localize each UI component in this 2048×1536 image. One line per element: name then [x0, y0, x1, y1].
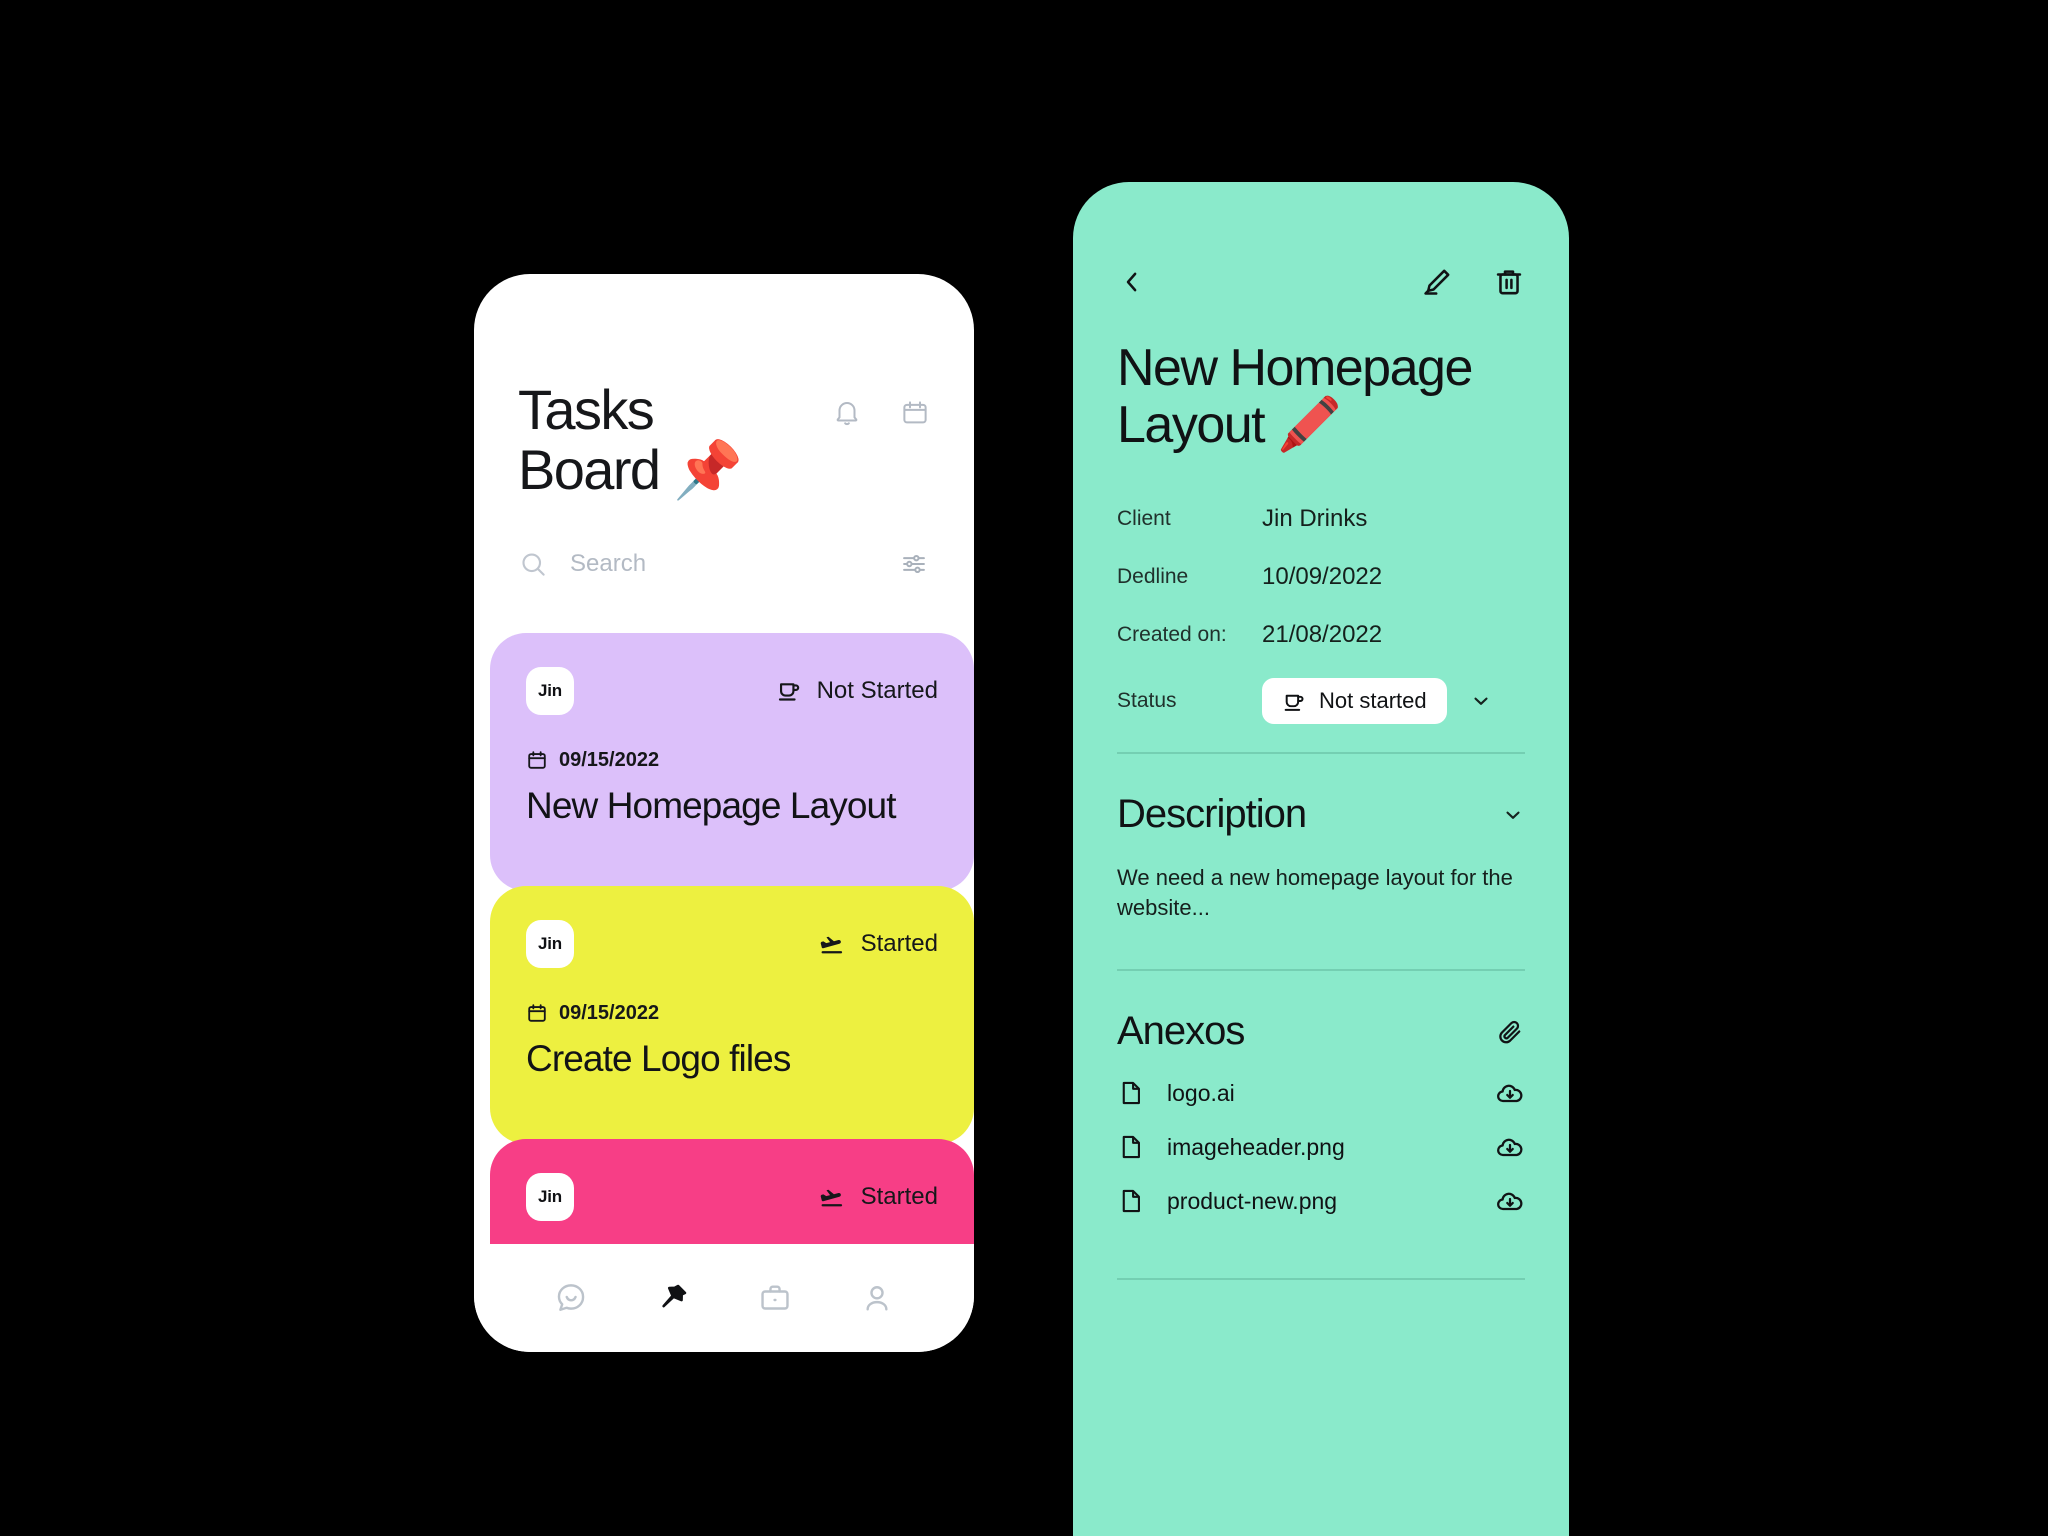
task-card[interactable]: Jin Started 09/15/2022 Create Logo files [490, 885, 974, 1144]
header-actions [832, 398, 930, 428]
task-date-label: 09/15/2022 [559, 1001, 660, 1024]
attachment-row[interactable]: product-new.png [1117, 1186, 1525, 1216]
calendar-icon[interactable] [900, 398, 930, 428]
task-card[interactable]: Jin Started [490, 1138, 974, 1244]
avatar: Jin [526, 1172, 574, 1221]
meta-row-deadline: Dedline 10/09/2022 [1117, 562, 1525, 592]
meta-row-created: Created on: 21/08/2022 [1117, 620, 1525, 650]
detail-title: New Homepage Layout 🖍️ [1117, 339, 1473, 455]
board-header-row: Tasks Board 📌 [518, 378, 930, 502]
meta-key: Status [1117, 689, 1177, 713]
task-title: New Homepage Layout [526, 784, 896, 826]
attachment-name: logo.ai [1167, 1079, 1235, 1106]
meta-value: Jin Drinks [1262, 505, 1368, 533]
task-title: Create Logo files [526, 1037, 791, 1079]
task-card-top: Jin Started [526, 919, 938, 968]
status-badge[interactable]: Started [819, 930, 938, 958]
divider [1117, 969, 1525, 972]
attachments-heading: Anexos [1117, 1009, 1245, 1054]
screenshot-stage: Tasks Board 📌 Search Jin Not Started 09/… [0, 0, 2048, 1536]
chevron-down-icon[interactable] [1501, 803, 1525, 827]
meta-row-status: Status Not started [1117, 678, 1525, 725]
chevron-down-icon[interactable] [1469, 689, 1493, 713]
status-label: Not Started [816, 676, 938, 704]
nav-chat-icon[interactable] [554, 1281, 588, 1315]
avatar: Jin [526, 919, 574, 968]
search-input[interactable] [570, 549, 900, 578]
nav-pin-icon[interactable] [656, 1281, 690, 1315]
tasks-board-screen: Tasks Board 📌 Search Jin Not Started 09/… [474, 274, 974, 1352]
plane-takeoff-icon [820, 1189, 842, 1207]
status-label: Started [860, 1182, 938, 1210]
status-badge[interactable]: Not Started [776, 677, 938, 705]
coffee-cup-icon [778, 683, 799, 702]
file-icon [1117, 1133, 1145, 1161]
delete-trash-icon[interactable] [1493, 266, 1525, 298]
task-detail-screen: New Homepage Layout 🖍️ Client Jin Drinks… [1073, 182, 1569, 1536]
plane-takeoff-icon [820, 936, 842, 954]
coffee-cup-icon [1284, 694, 1304, 711]
download-cloud-icon[interactable] [1495, 1078, 1525, 1108]
divider [1117, 1278, 1525, 1281]
status-value: Not started [1319, 688, 1427, 714]
description-text: We need a new homepage layout for the we… [1117, 865, 1513, 921]
bottom-navigation [474, 1244, 974, 1352]
page-title: Tasks Board 📌 [518, 378, 743, 502]
status-dropdown[interactable]: Not started [1262, 678, 1447, 725]
attachments-section-header: Anexos [1117, 1009, 1525, 1054]
description-heading: Description [1117, 792, 1307, 837]
board-header: Tasks Board 📌 [474, 274, 974, 579]
detail-metadata: Client Jin Drinks Dedline 10/09/2022 Cre… [1117, 504, 1525, 725]
task-date: 09/15/2022 [526, 1002, 938, 1025]
file-icon [1117, 1187, 1145, 1215]
status-label: Started [860, 929, 938, 957]
attachment-row[interactable]: logo.ai [1117, 1078, 1525, 1108]
meta-key: Client [1117, 507, 1171, 531]
search-bar[interactable] [518, 549, 930, 579]
avatar: Jin [526, 666, 574, 715]
task-card-top: Jin Started [526, 1172, 938, 1221]
attachment-row[interactable]: imageheader.png [1117, 1132, 1525, 1162]
meta-value: 21/08/2022 [1262, 621, 1383, 649]
meta-key: Created on: [1117, 623, 1227, 647]
download-cloud-icon[interactable] [1495, 1186, 1525, 1216]
divider [1117, 752, 1525, 755]
search-icon [518, 549, 548, 579]
attachment-name: product-new.png [1167, 1187, 1338, 1214]
meta-value: 10/09/2022 [1262, 563, 1383, 591]
task-date-label: 09/15/2022 [559, 748, 660, 771]
nav-briefcase-icon[interactable] [758, 1281, 792, 1315]
edit-pencil-icon[interactable] [1421, 266, 1453, 298]
filter-sliders-icon[interactable] [900, 550, 928, 578]
calendar-small-icon [528, 1004, 546, 1023]
download-cloud-icon[interactable] [1495, 1132, 1525, 1162]
task-card[interactable]: Jin Not Started 09/15/2022 New Homepage … [490, 632, 974, 891]
task-card-list: Jin Not Started 09/15/2022 New Homepage … [474, 632, 974, 1244]
meta-row-client: Client Jin Drinks [1117, 504, 1525, 534]
attachment-list: logo.ai imageheader.png product-new.png [1117, 1078, 1525, 1216]
detail-header [1117, 266, 1525, 298]
paperclip-icon[interactable] [1495, 1017, 1525, 1047]
back-chevron-icon[interactable] [1117, 267, 1147, 297]
nav-person-icon[interactable] [860, 1281, 894, 1315]
task-date: 09/15/2022 [526, 749, 938, 772]
status-badge[interactable]: Started [819, 1183, 938, 1211]
file-icon [1117, 1079, 1145, 1107]
meta-key: Dedline [1117, 565, 1189, 589]
task-card-top: Jin Not Started [526, 666, 938, 715]
calendar-small-icon [528, 751, 546, 770]
attachment-name: imageheader.png [1167, 1133, 1345, 1160]
detail-header-actions [1421, 266, 1525, 298]
description-section-header[interactable]: Description [1117, 792, 1525, 837]
bell-icon[interactable] [832, 398, 862, 428]
